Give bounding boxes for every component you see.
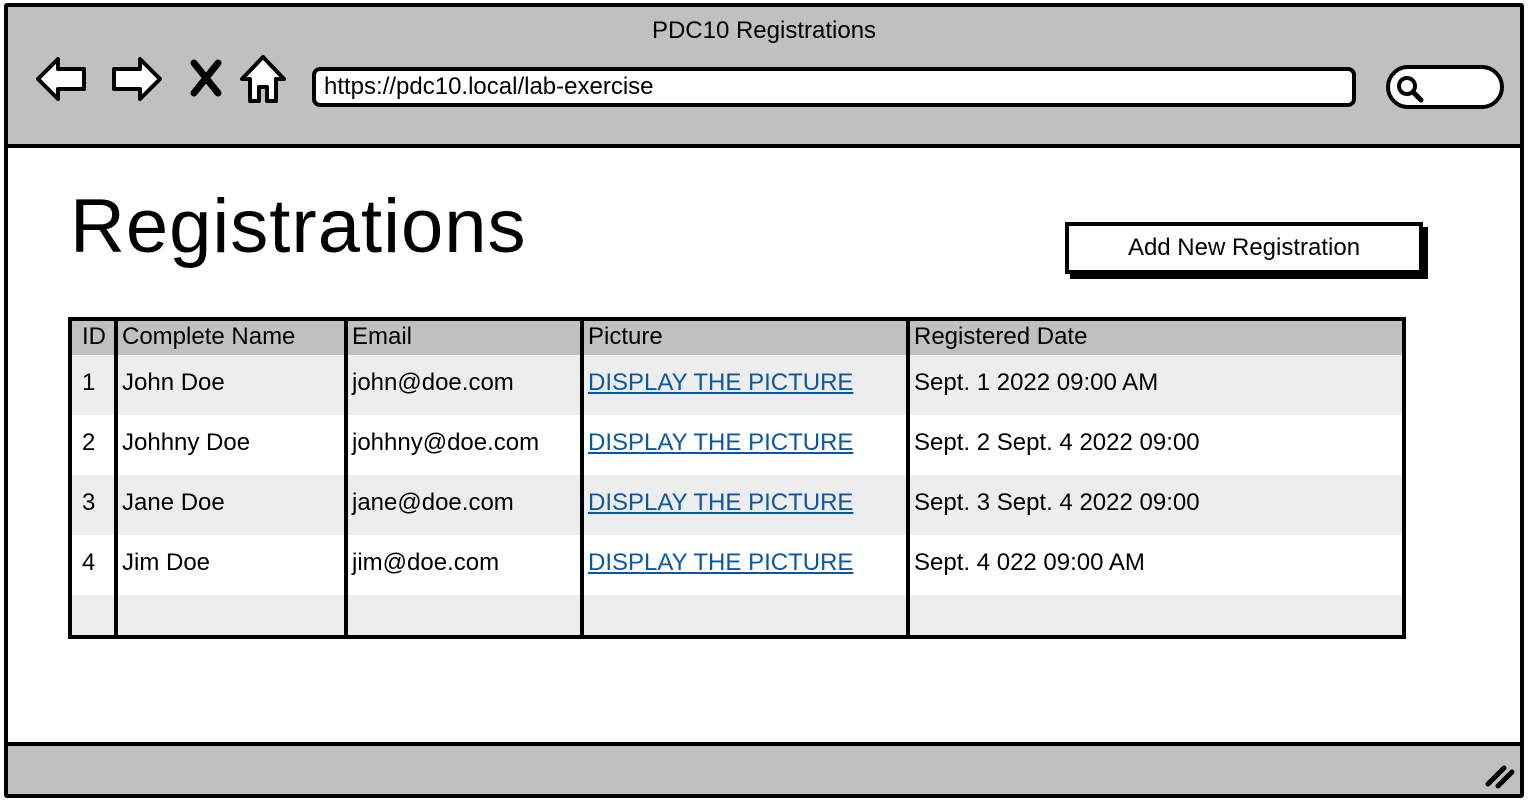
cell-name: John Doe: [122, 369, 225, 396]
column-header-id[interactable]: ID: [82, 323, 106, 351]
cell-name: Johhny Doe: [122, 429, 251, 456]
cell-id: 4: [82, 549, 96, 576]
cell-name: Jim Doe: [122, 549, 211, 576]
back-arrow-icon[interactable]: [32, 51, 92, 107]
forward-arrow-icon[interactable]: [106, 51, 166, 107]
table-row[interactable]: 4 Jim Doe jim@doe.com DISPLAY THE PICTUR…: [72, 535, 1402, 595]
cell-registered-date: Sept. 3 Sept. 4 2022 09:00: [914, 489, 1200, 516]
column-divider: [114, 321, 118, 635]
cell-id: 2: [82, 429, 96, 456]
display-picture-link[interactable]: DISPLAY THE PICTURE: [588, 549, 853, 577]
column-header-picture[interactable]: Picture: [588, 323, 663, 351]
cell-id: 3: [82, 489, 96, 516]
home-icon[interactable]: [236, 51, 290, 107]
display-picture-link[interactable]: DISPLAY THE PICTURE: [588, 489, 853, 517]
column-divider: [344, 321, 348, 635]
table-row[interactable]: 3 Jane Doe jane@doe.com DISPLAY THE PICT…: [72, 475, 1402, 535]
display-picture-link[interactable]: DISPLAY THE PICTURE: [588, 429, 853, 457]
table-row[interactable]: 1 John Doe john@doe.com DISPLAY THE PICT…: [72, 355, 1402, 415]
table-row-empty[interactable]: [72, 595, 1402, 635]
table-header: ID Complete Name Email Picture Registere…: [72, 321, 1402, 355]
registrations-table: ID Complete Name Email Picture Registere…: [68, 317, 1406, 639]
window-title: PDC10 Registrations: [651, 17, 877, 44]
cell-email: jane@doe.com: [352, 489, 514, 516]
add-new-registration-button[interactable]: Add New Registration: [1065, 222, 1423, 274]
address-bar[interactable]: https://pdc10.local/lab-exercise: [312, 67, 1356, 107]
cell-email: johhny@doe.com: [352, 429, 540, 456]
cell-email: john@doe.com: [352, 369, 514, 396]
column-divider: [580, 321, 584, 635]
search-input[interactable]: [1386, 65, 1504, 109]
column-divider: [906, 321, 910, 635]
cell-registered-date: Sept. 4 022 09:00 AM: [914, 549, 1145, 576]
cell-registered-date: Sept. 1 2022 09:00 AM: [914, 369, 1159, 396]
status-bar: [8, 742, 1520, 794]
cell-id: 1: [82, 369, 96, 396]
table-row[interactable]: 2 Johhny Doe johhny@doe.com DISPLAY THE …: [72, 415, 1402, 475]
page-title: Registrations: [70, 184, 527, 269]
column-header-registered-date[interactable]: Registered Date: [914, 323, 1087, 351]
column-header-complete-name[interactable]: Complete Name: [122, 323, 295, 351]
browser-window: PDC10 Registrations https://pdc10.local/…: [4, 3, 1524, 798]
browser-toolbar: PDC10 Registrations https://pdc10.local/…: [8, 7, 1520, 148]
resize-grip-icon[interactable]: [1482, 760, 1516, 790]
cell-name: Jane Doe: [122, 489, 225, 516]
display-picture-link[interactable]: DISPLAY THE PICTURE: [588, 369, 853, 397]
column-header-email[interactable]: Email: [352, 323, 412, 351]
cell-registered-date: Sept. 2 Sept. 4 2022 09:00: [914, 429, 1200, 456]
close-icon[interactable]: [182, 51, 232, 107]
search-icon: [1397, 76, 1424, 103]
cell-email: jim@doe.com: [352, 549, 500, 576]
